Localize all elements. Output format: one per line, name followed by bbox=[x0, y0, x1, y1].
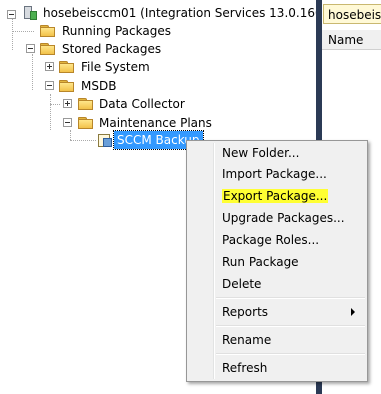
collapse-stored-packages-toggle[interactable] bbox=[26, 44, 35, 53]
menu-item-label: Refresh bbox=[222, 361, 268, 375]
menu-item-label: Package Roles... bbox=[222, 233, 320, 247]
folder-icon bbox=[59, 80, 75, 92]
menu-item-rename[interactable]: Rename bbox=[189, 330, 365, 350]
tree-guide-line bbox=[12, 18, 13, 50]
expand-file-system-toggle[interactable] bbox=[45, 62, 54, 71]
tree-node-label: Maintenance Plans bbox=[99, 116, 212, 130]
menu-item-export-package[interactable]: Export Package... bbox=[189, 186, 365, 206]
folder-icon bbox=[78, 117, 94, 129]
tree-guide-line bbox=[50, 104, 60, 105]
folder-icon bbox=[78, 98, 94, 110]
collapse-server-toggle[interactable] bbox=[7, 10, 16, 19]
tree-guide-line bbox=[70, 130, 71, 140]
menu-separator bbox=[216, 297, 365, 299]
folder-icon bbox=[59, 61, 75, 73]
column-header-name[interactable]: Name bbox=[322, 30, 381, 50]
tree-guide-line bbox=[70, 140, 96, 141]
context-menu: New Folder... Import Package... Export P… bbox=[186, 140, 368, 382]
details-tab[interactable]: hosebeiscc bbox=[323, 4, 381, 24]
menu-item-label: Reports bbox=[222, 305, 269, 319]
menu-item-run-package[interactable]: Run Package bbox=[189, 252, 365, 272]
menu-item-new-folder[interactable]: New Folder... bbox=[189, 143, 365, 163]
submenu-arrow-icon bbox=[351, 308, 355, 316]
menu-item-label: Delete bbox=[222, 277, 262, 291]
tree-guide-line bbox=[32, 54, 33, 90]
menu-item-package-roles[interactable]: Package Roles... bbox=[189, 230, 365, 250]
menu-item-label-highlighted: Export Package... bbox=[222, 189, 329, 203]
collapse-maintenance-plans-toggle[interactable] bbox=[63, 118, 72, 127]
expand-data-collector-toggle[interactable] bbox=[63, 99, 72, 108]
menu-item-upgrade-packages[interactable]: Upgrade Packages... bbox=[189, 208, 365, 228]
folder-icon bbox=[40, 25, 56, 37]
menu-item-refresh[interactable]: Refresh bbox=[189, 358, 365, 378]
collapse-msdb-toggle[interactable] bbox=[45, 81, 54, 90]
tree-guide-line bbox=[12, 31, 34, 32]
menu-item-label: Upgrade Packages... bbox=[222, 211, 345, 225]
tree-node-label: MSDB bbox=[81, 79, 117, 93]
tree-node-label: Data Collector bbox=[99, 97, 185, 111]
menu-item-label: New Folder... bbox=[222, 146, 300, 160]
tree-node-label: Running Packages bbox=[62, 24, 171, 38]
menu-separator bbox=[216, 325, 365, 327]
menu-item-label: Rename bbox=[222, 333, 272, 347]
menu-item-reports[interactable]: Reports bbox=[189, 302, 365, 322]
tree-guide-line bbox=[50, 94, 51, 130]
folder-icon bbox=[40, 43, 56, 55]
menu-item-delete[interactable]: Delete bbox=[189, 274, 365, 294]
tree-node-label: Stored Packages bbox=[62, 42, 162, 56]
menu-item-label: Import Package... bbox=[222, 167, 327, 181]
package-icon bbox=[97, 132, 113, 148]
menu-separator bbox=[216, 353, 365, 355]
integration-services-server-icon bbox=[22, 5, 38, 21]
menu-item-import-package[interactable]: Import Package... bbox=[189, 164, 365, 184]
menu-item-label: Run Package bbox=[222, 255, 299, 269]
tree-node-label: File System bbox=[81, 60, 150, 74]
